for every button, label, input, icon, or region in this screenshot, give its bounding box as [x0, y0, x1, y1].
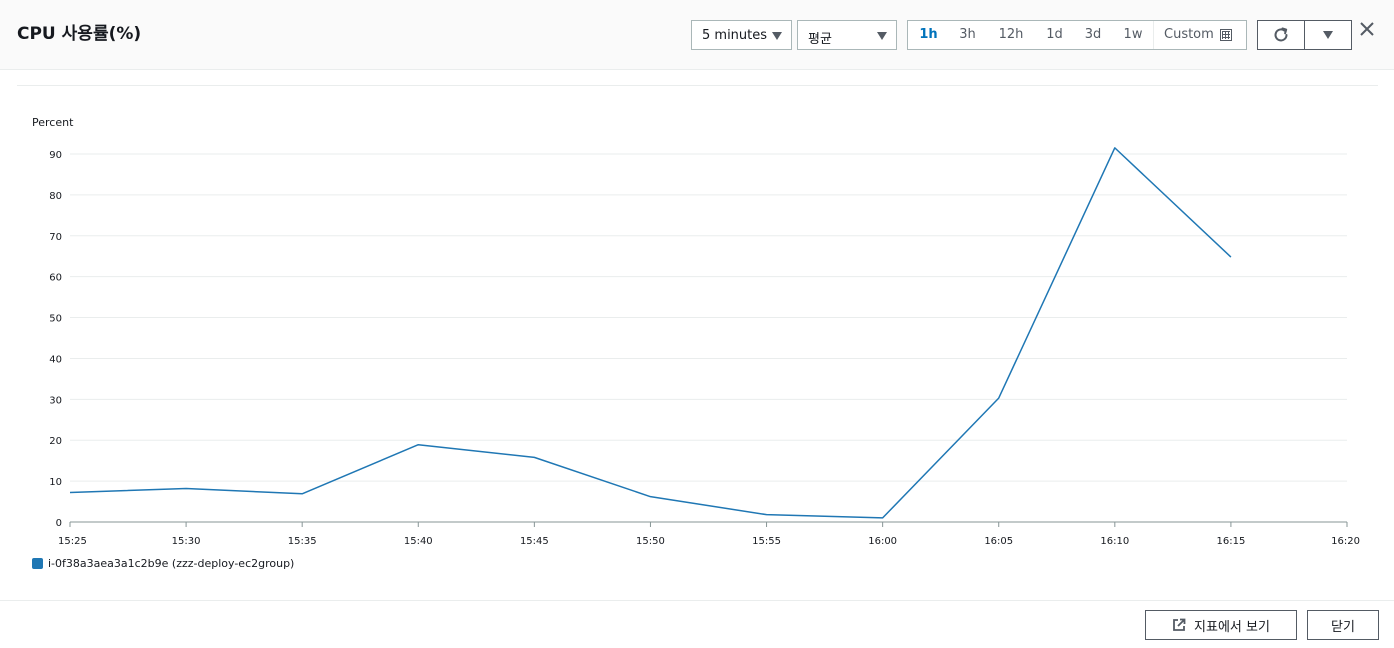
y-tick-label: 30: [49, 395, 62, 406]
caret-down-icon: [877, 32, 887, 40]
close-button[interactable]: 닫기: [1307, 610, 1379, 640]
range-option-custom[interactable]: Custom: [1153, 21, 1232, 49]
refresh-button-group: [1257, 20, 1352, 50]
x-tick-label: 15:50: [636, 536, 665, 547]
external-link-icon: [1173, 618, 1186, 631]
x-tick-label: 15:40: [404, 536, 433, 547]
y-tick-label: 80: [49, 191, 62, 202]
period-select[interactable]: 5 minutes: [691, 20, 792, 50]
range-option-3h[interactable]: 3h: [949, 21, 986, 49]
statistic-select[interactable]: 평균: [797, 20, 897, 50]
y-tick-label: 0: [56, 518, 62, 529]
modal-title: CPU 사용률(%): [17, 24, 142, 44]
y-axis-label: Percent: [32, 116, 74, 129]
close-button-label: 닫기: [1331, 619, 1355, 635]
y-tick-label: 50: [49, 314, 62, 325]
range-option-3d[interactable]: 3d: [1073, 21, 1113, 49]
x-tick-label: 15:30: [172, 536, 201, 547]
chevron-down-icon: [1323, 31, 1333, 39]
x-tick-label: 15:55: [752, 536, 781, 547]
x-tick-label: 15:35: [288, 536, 317, 547]
y-tick-label: 60: [49, 273, 62, 284]
period-select-value: 5 minutes: [702, 28, 768, 43]
series-line: [69, 147, 1232, 519]
time-range-selector: 1h 3h 12h 1d 3d 1w Custom: [907, 20, 1247, 50]
view-in-metrics-button[interactable]: 지표에서 보기: [1145, 610, 1297, 640]
cpu-utilization-chart: Percent 0 10 20 30 40 50 60 70 80 90 15:25 15:30 15:3…: [32, 116, 1360, 547]
footer-divider: [0, 600, 1394, 601]
range-option-12h[interactable]: 12h: [986, 21, 1036, 49]
refresh-options-button[interactable]: [1305, 21, 1351, 49]
close-x-glyph: [1360, 22, 1374, 36]
x-tick-label: 16:20: [1331, 536, 1360, 547]
x-tick-label: 16:10: [1100, 536, 1129, 547]
y-tick-label: 20: [49, 436, 62, 447]
x-tick-label: 16:05: [984, 536, 1013, 547]
chart-legend: i-0f38a3aea3a1c2b9e (zzz-deploy-ec2group…: [32, 557, 294, 570]
close-icon[interactable]: [1358, 20, 1376, 40]
x-tick-label: 16:15: [1216, 536, 1245, 547]
refresh-icon: [1274, 27, 1288, 42]
x-tick-label: 16:00: [868, 536, 897, 547]
divider: [17, 85, 1378, 86]
y-tick-label: 10: [49, 477, 62, 488]
statistic-select-value: 평균: [808, 32, 832, 47]
y-tick-label: 70: [49, 232, 62, 243]
x-tick-label: 15:25: [58, 536, 87, 547]
y-tick-label: 40: [49, 354, 62, 365]
range-option-1h[interactable]: 1h: [908, 21, 949, 49]
range-option-1d[interactable]: 1d: [1036, 21, 1073, 49]
range-option-1w[interactable]: 1w: [1113, 21, 1153, 49]
y-tick-label: 90: [49, 150, 62, 161]
modal-header: CPU 사용률(%) 5 minutes 평균 1h 3h 12h 1d 3d …: [0, 0, 1394, 70]
x-tick-label: 15:45: [520, 536, 549, 547]
legend-label[interactable]: i-0f38a3aea3a1c2b9e (zzz-deploy-ec2group…: [48, 557, 294, 570]
caret-down-icon: [772, 32, 782, 40]
refresh-button[interactable]: [1258, 21, 1305, 49]
legend-swatch: [32, 558, 43, 569]
custom-label: Custom: [1164, 27, 1214, 42]
calendar-icon: [1219, 29, 1232, 41]
view-in-metrics-label: 지표에서 보기: [1194, 619, 1270, 635]
